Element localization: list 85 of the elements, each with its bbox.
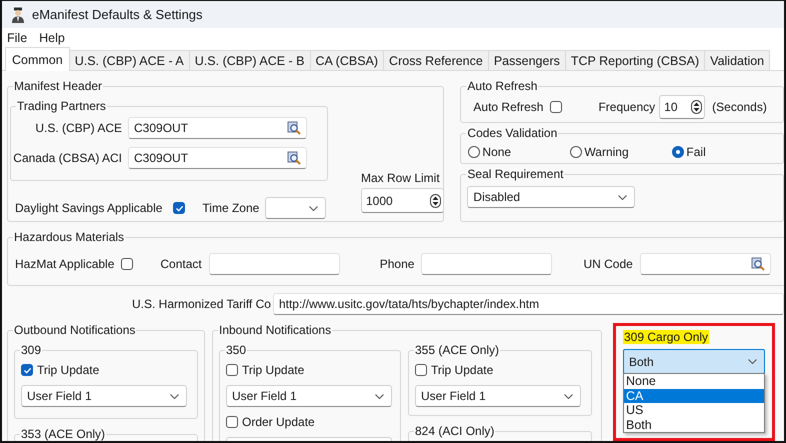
tab[interactable]: Common xyxy=(5,47,70,71)
magnifier-icon[interactable] xyxy=(287,151,301,165)
group-title: Inbound Notifications xyxy=(219,323,332,337)
group-title: 355 (ACE Only) xyxy=(415,343,500,357)
chevron-down-icon xyxy=(618,194,628,200)
window-title: eManifest Defaults & Settings xyxy=(32,7,203,22)
group-title: 353 (ACE Only) xyxy=(21,427,106,441)
dropdown[interactable]: User Field 1 xyxy=(226,385,392,407)
checkbox-label[interactable]: Trip Update xyxy=(37,363,100,377)
checkbox[interactable] xyxy=(550,100,562,112)
field-label: Frequency xyxy=(598,100,656,114)
text-field[interactable]: http://www.usitc.gov/tata/hts/bychapter/index.htm xyxy=(272,293,784,315)
checkbox-label[interactable]: HazMat Applicable xyxy=(15,256,114,270)
highlighted-label: 309 Cargo Only xyxy=(623,330,710,344)
tab[interactable]: Validation xyxy=(704,50,770,70)
checkbox[interactable] xyxy=(226,364,238,376)
dropdown[interactable]: User Field 1 xyxy=(21,385,187,407)
dropdown[interactable]: Disabled xyxy=(467,186,636,208)
spin-arrows-icon xyxy=(430,194,441,208)
tab[interactable]: Passengers xyxy=(488,50,566,70)
chevron-down-icon xyxy=(748,359,757,364)
person-icon xyxy=(11,6,25,22)
dropdown[interactable]: User Field 1 xyxy=(415,385,581,407)
chevron-down-icon xyxy=(170,394,179,398)
radio-label[interactable]: Fail xyxy=(686,144,706,158)
lookup-field[interactable] xyxy=(640,252,771,274)
group-title: Hazardous Materials xyxy=(14,230,124,244)
group-title: Codes Validation xyxy=(467,126,558,140)
radio-label[interactable]: None xyxy=(482,144,512,158)
checkbox-label[interactable]: Daylight Savings Applicable xyxy=(15,201,162,215)
list-option[interactable]: None xyxy=(624,374,764,388)
lookup-field[interactable]: C309OUT xyxy=(128,147,307,169)
text-field[interactable] xyxy=(421,252,552,274)
group-title: Outbound Notifications xyxy=(14,323,136,337)
checkbox-label[interactable]: Order Update xyxy=(242,415,315,429)
menu-item[interactable]: File xyxy=(7,31,28,45)
field-label: U.S. Harmonized Tariff Co xyxy=(132,297,271,311)
field-label: Contact xyxy=(160,256,202,270)
magnifier-icon[interactable] xyxy=(750,256,765,270)
field-label: UN Code xyxy=(583,256,633,270)
magnifier-icon[interactable] xyxy=(287,121,301,135)
chevron-down-icon xyxy=(564,394,573,398)
text-field[interactable] xyxy=(208,252,340,274)
tab[interactable]: TCP Reporting (CBSA) xyxy=(564,50,706,70)
lookup-field[interactable]: C309OUT xyxy=(128,117,307,139)
field-label: Canada (CBSA) ACI xyxy=(12,151,122,165)
group-title: Trading Partners xyxy=(17,99,106,113)
tab[interactable]: CA (CBSA) xyxy=(310,50,384,70)
spin-arrows-icon xyxy=(691,100,702,114)
list-option[interactable]: Both xyxy=(624,418,764,432)
group-title: Auto Refresh xyxy=(467,79,538,93)
menu-item[interactable]: Help xyxy=(39,31,65,45)
chevron-down-icon xyxy=(375,394,384,398)
field-label: Time Zone xyxy=(202,201,260,215)
checkbox[interactable] xyxy=(415,364,427,376)
checkbox[interactable] xyxy=(121,258,134,270)
chevron-down-icon xyxy=(309,206,318,210)
checkbox-label[interactable]: Trip Update xyxy=(242,363,304,377)
dropdown[interactable] xyxy=(265,197,326,219)
field-label: U.S. (CBP) ACE xyxy=(34,121,122,135)
radio-button[interactable] xyxy=(570,146,582,158)
checkbox-label[interactable]: Auto Refresh xyxy=(473,100,544,114)
checkbox[interactable] xyxy=(226,416,238,428)
radio-label[interactable]: Warning xyxy=(584,144,629,158)
group-title: 350 xyxy=(226,343,246,357)
field-label: Max Row Limit xyxy=(361,171,441,185)
tab[interactable]: U.S. (CBP) ACE - A xyxy=(68,50,190,70)
group-title: 309 xyxy=(21,343,42,357)
tab[interactable]: U.S. (CBP) ACE - B xyxy=(188,50,311,70)
radio-button[interactable] xyxy=(468,146,480,158)
tab[interactable]: Cross Reference xyxy=(383,50,489,70)
dropdown[interactable]: Both xyxy=(623,349,765,374)
checkbox[interactable] xyxy=(21,364,33,376)
field-label: Phone xyxy=(380,256,414,270)
list-option[interactable]: CA xyxy=(624,388,764,403)
checkbox[interactable] xyxy=(173,202,186,214)
group-title: Seal Requirement xyxy=(467,167,564,181)
list-option[interactable]: US xyxy=(624,403,764,418)
radio-button[interactable] xyxy=(672,146,684,158)
group-title: 824 (ACI Only) xyxy=(415,424,494,438)
spin-field[interactable]: 1000 xyxy=(361,188,444,213)
group-title: Manifest Header xyxy=(14,79,102,93)
checkbox-label[interactable]: Trip Update xyxy=(431,363,494,377)
unit-label: (Seconds) xyxy=(712,100,767,114)
spin-field[interactable]: 10 xyxy=(659,94,706,118)
